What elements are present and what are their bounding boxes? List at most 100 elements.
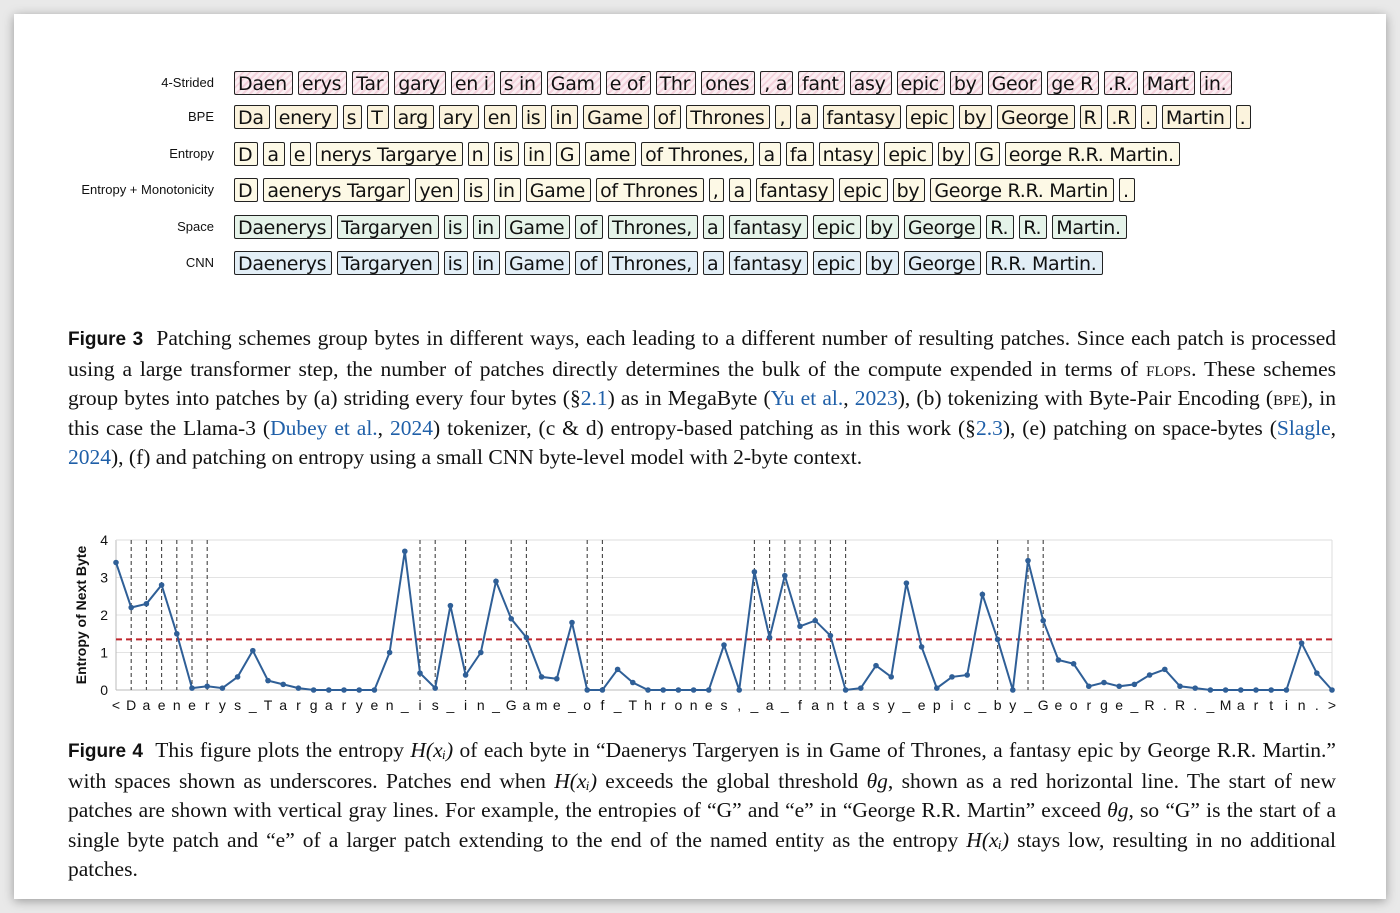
patch-token: is [494,142,519,166]
patch-row-entropy-monotonicity: Entropy + Monotonicity Daenerys Targar yen… [14,176,1386,204]
patch-token: is [521,105,547,129]
citation-link[interactable]: Dubey et al. [270,416,378,440]
x-tick-label: i [418,697,421,713]
entropy-point [660,687,666,693]
patch-token: epic [839,178,888,202]
paper-page: 4-Strided Daen erys Tar gary en is in Gam e of T… [14,14,1386,899]
x-tick-label: n [690,697,698,713]
patch-token: a [702,251,725,275]
entropy-point [402,548,408,555]
entropy-point [295,685,302,691]
entropy-point [645,687,651,693]
entropy-point [1329,687,1335,693]
x-tick-label: r [661,697,666,713]
entropy-point [417,670,423,676]
x-tick-label: f [798,697,802,713]
entropy-point [1146,672,1153,678]
entropy-point [979,591,986,598]
x-tick-label: _ [567,697,576,713]
x-tick-label: _ [446,697,455,713]
entropy-point [888,674,894,680]
x-tick-label: _ [613,697,622,713]
patch-token: Gam [546,71,601,95]
figure-3-label: Figure 3 [68,329,144,350]
patch-token: .R. [1104,71,1138,95]
entropy-point [994,636,1001,643]
x-tick-label: y [356,697,363,713]
entropy-point [721,642,727,648]
patch-token: is [443,251,469,275]
patch-token: Game [504,215,571,239]
x-tick-label: _ [400,697,409,713]
x-tick-label: m [536,697,548,713]
entropy-point [1283,687,1290,693]
patch-token: Daenerys [234,251,333,275]
patch-token: Daenerys [234,215,333,239]
math-threshold: θg [1107,798,1129,822]
y-tick-label: 0 [100,682,108,698]
x-tick-label: a [811,697,819,713]
patch-token: of [653,105,682,129]
patch-token: Targaryen [337,251,439,275]
x-tick-label: t [844,697,848,713]
patch-token: T [367,105,389,129]
entropy-point [842,687,849,693]
x-tick-label: b [994,697,1002,713]
patch-token: fantasy [755,178,835,202]
patch-token: R. [986,215,1015,239]
row-label: Space [177,219,214,234]
y-tick-label: 2 [100,607,108,623]
entropy-point [782,572,788,579]
entropy-point [1025,557,1031,564]
x-tick-label: G [506,697,517,713]
caption-text: ) tokenizer, (c & d) entropy-based patch… [433,415,976,440]
citation-year-link[interactable]: 2024 [68,445,111,469]
entropy-point [1268,687,1274,693]
citation-link[interactable]: Slagle [1277,416,1331,440]
patch-token: by [866,251,899,275]
patch-token: George [903,251,982,275]
caption-text: ) as in MegaByte ( [607,386,771,410]
patch-token: by [959,105,993,129]
entropy-point [903,580,910,586]
patch-token: Geor [987,71,1043,95]
entropy-point [234,674,241,680]
entropy-point [508,615,514,622]
patch-token: fantasy [729,251,808,275]
entropy-point [1298,640,1305,646]
patch-token: by [949,71,983,95]
entropy-point [554,675,560,682]
patch-token: Martin [1161,105,1231,129]
entropy-point [265,677,271,684]
citation-year-link[interactable]: 2024 [390,416,433,440]
patch-token: , [775,105,792,129]
x-tick-label: n [386,697,394,713]
x-tick-label: _ [248,697,257,713]
entropy-point [1192,685,1198,691]
patch-token: epic [896,71,945,95]
citation-link[interactable]: Yu et al. [771,386,844,410]
x-tick-label: e [1055,697,1063,713]
entropy-point [675,687,682,693]
entropy-point [918,644,925,650]
patch-token: aenerys Targar [263,178,411,202]
section-ref-link[interactable]: 2.1 [581,386,608,410]
patch-token: e [289,142,312,166]
patch-token: ame [585,142,637,166]
x-tick-label: . [1193,697,1197,713]
x-tick-label: . [1163,697,1167,713]
figure-4-caption: Figure 4 This figure plots the entropy H… [68,736,1336,885]
x-tick-label: i [950,697,953,713]
entropy-point [1207,687,1214,693]
patch-token: George [903,215,982,239]
x-tick-label: e [1115,697,1123,713]
citation-year-link[interactable]: 2023 [855,386,898,410]
entropy-point [1253,687,1259,693]
x-tick-label: s [873,697,880,713]
patch-token: Thrones [686,105,771,129]
section-ref-link[interactable]: 2.3 [976,416,1003,440]
x-tick-label: o [583,697,591,713]
patch-token: a [796,105,818,129]
entropy-point [858,685,864,691]
patch-token: . [1141,105,1157,129]
